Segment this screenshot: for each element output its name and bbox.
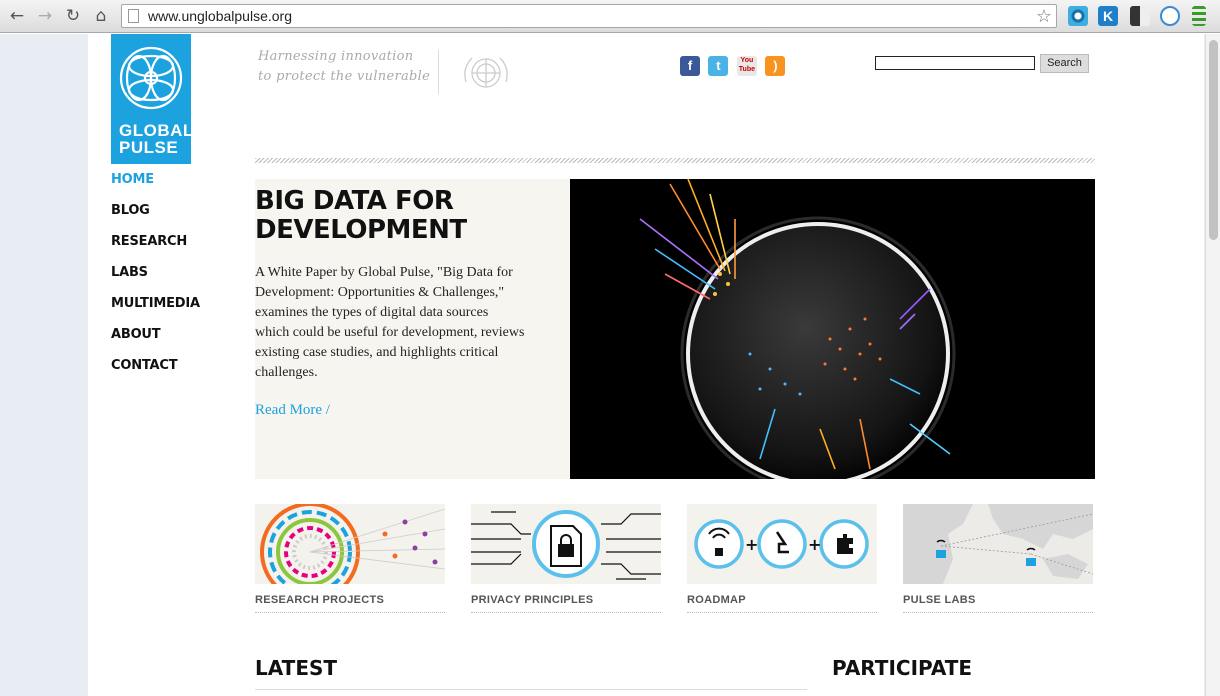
menu-icon[interactable] <box>1192 6 1206 26</box>
latest-heading: LATEST <box>255 656 338 680</box>
header-stripe <box>255 158 1095 163</box>
vertical-scrollbar[interactable] <box>1205 34 1220 696</box>
tile-privacy-principles[interactable]: PRIVACY PRINCIPLES <box>471 504 661 613</box>
read-more-link[interactable]: Read More / <box>255 402 330 419</box>
latest-divider <box>255 689 807 690</box>
pulse-globe-icon <box>119 46 183 110</box>
scrollbar-thumb[interactable] <box>1209 40 1218 240</box>
nav-item-home[interactable]: HOME <box>111 172 200 203</box>
feature-description: A White Paper by Global Pulse, "Big Data… <box>255 265 525 380</box>
nav-item-labs[interactable]: LABS <box>111 265 200 296</box>
search-button[interactable]: Search <box>1040 54 1089 73</box>
radial-dots-graphic <box>260 504 445 584</box>
logo-wordmark: GLOBAL PULSE <box>119 122 194 156</box>
tile-pulse-labs[interactable]: PULSE LABS <box>903 504 1093 613</box>
un-emblem-icon <box>464 57 508 88</box>
nav-item-multimedia[interactable]: MULTIMEDIA <box>111 296 200 327</box>
rss-icon[interactable]: ) <box>765 56 786 76</box>
tile-roadmap[interactable]: + + ROADMAP <box>687 504 877 613</box>
extension-k-icon[interactable]: K <box>1098 6 1118 26</box>
tile-label: PULSE LABS <box>903 594 1093 613</box>
svg-text:+: + <box>745 535 758 554</box>
feature-panel: BIG DATA FOR DEVELOPMENT A White Paper b… <box>255 179 570 479</box>
twitter-icon[interactable]: t <box>708 56 729 76</box>
circuit-lock-graphic <box>471 510 661 580</box>
url-text: www.unglobalpulse.org <box>148 8 292 24</box>
global-pulse-logo[interactable]: GLOBAL PULSE <box>111 34 194 164</box>
facebook-icon[interactable]: f <box>680 56 700 76</box>
page-viewport: GLOBAL PULSE Harnessing innovation to pr… <box>0 34 1205 696</box>
youtube-icon[interactable]: You Tube <box>736 56 757 76</box>
feature-title-line-2: DEVELOPMENT <box>255 215 467 245</box>
search-input[interactable] <box>875 56 1035 70</box>
reload-button[interactable]: ↻ <box>62 5 84 27</box>
social-links: f t You Tube ) <box>680 56 789 76</box>
svg-text:+: + <box>808 535 821 554</box>
forward-button[interactable]: → <box>34 5 56 27</box>
roadmap-steps-graphic: + + <box>694 519 869 569</box>
tile-label: PRIVACY PRINCIPLES <box>471 594 661 613</box>
tagline-divider <box>438 50 439 94</box>
pulse-labs-image <box>903 504 1093 584</box>
tagline: Harnessing innovation to protect the vul… <box>258 47 430 87</box>
nav-item-contact[interactable]: CONTACT <box>111 358 200 389</box>
tagline-line-1: Harnessing innovation <box>258 49 414 64</box>
bookmark-star-icon[interactable]: ☆ <box>1036 6 1052 27</box>
nav-item-research[interactable]: RESEARCH <box>111 234 200 265</box>
logo-line-2: PULSE <box>119 138 179 157</box>
extension-eye-icon[interactable] <box>1068 6 1088 26</box>
world-map-graphic <box>903 504 1093 584</box>
feature-title[interactable]: BIG DATA FOR DEVELOPMENT <box>255 187 467 245</box>
roadmap-image: + + <box>687 504 877 584</box>
tile-research-projects[interactable]: RESEARCH PROJECTS <box>255 504 445 613</box>
feature-globe-image[interactable] <box>570 178 1095 492</box>
extension-screen-icon[interactable] <box>1130 6 1150 26</box>
tile-label: ROADMAP <box>687 594 877 613</box>
browser-toolbar: ← → ↻ ⌂ www.unglobalpulse.org ☆ K <box>0 0 1220 33</box>
extension-clock-icon[interactable] <box>1160 6 1180 26</box>
home-button[interactable]: ⌂ <box>90 5 112 27</box>
address-bar[interactable]: www.unglobalpulse.org ☆ <box>121 4 1057 28</box>
tagline-line-2: to protect the vulnerable <box>258 69 431 84</box>
logo-line-1: GLOBAL <box>119 121 194 140</box>
feature-title-line-1: BIG DATA FOR <box>255 186 454 216</box>
nav-item-about[interactable]: ABOUT <box>111 327 200 358</box>
nav-item-blog[interactable]: BLOG <box>111 203 200 234</box>
privacy-principles-image <box>471 504 661 584</box>
back-button[interactable]: ← <box>6 5 28 27</box>
research-projects-image <box>255 504 445 584</box>
tile-label: RESEARCH PROJECTS <box>255 594 445 613</box>
site-content: GLOBAL PULSE Harnessing innovation to pr… <box>88 34 1204 696</box>
main-nav: HOME BLOG RESEARCH LABS MULTIMEDIA ABOUT… <box>111 172 200 389</box>
globe-data-visualization <box>639 178 956 492</box>
page-icon <box>128 9 139 23</box>
participate-heading: PARTICIPATE <box>832 656 973 680</box>
